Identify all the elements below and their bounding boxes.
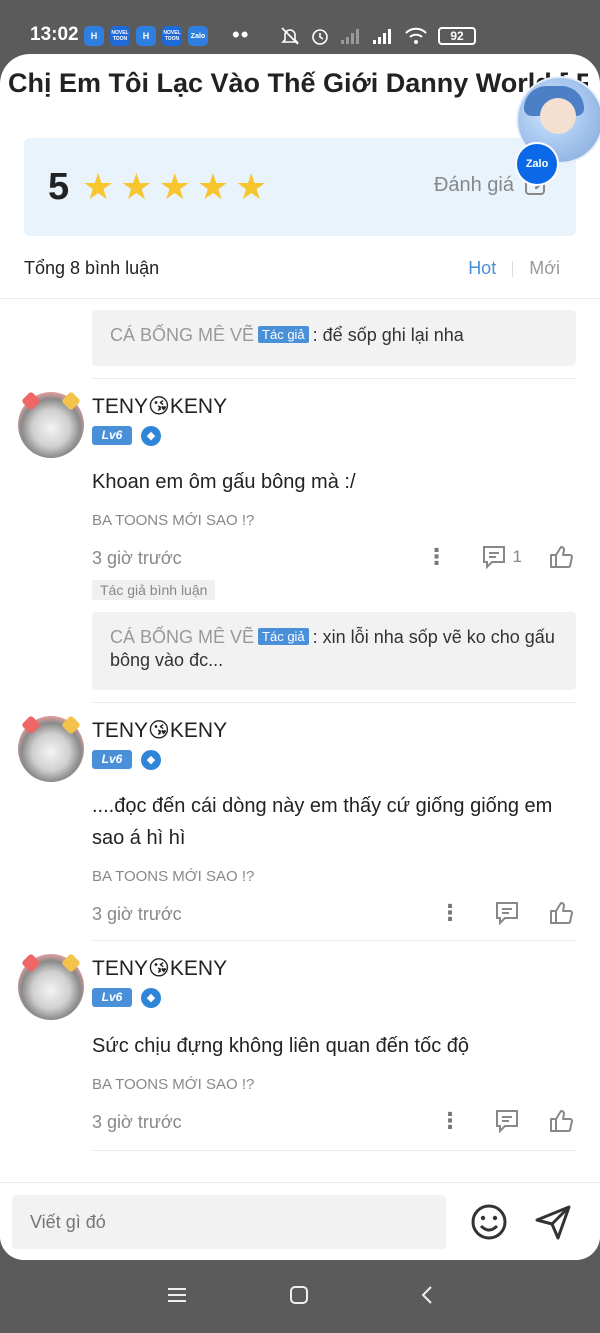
rating-stars: ★ ★ ★ ★ ★ [82, 168, 267, 206]
muted-bell-icon [281, 27, 299, 45]
comment-username[interactable]: TENY😘KENY [92, 956, 227, 981]
more-icon[interactable]: ⋮ [438, 900, 462, 926]
like-button[interactable] [548, 1108, 574, 1134]
like-button[interactable] [548, 900, 574, 926]
tab-hot[interactable]: Hot [468, 258, 496, 279]
level-badge: Lv6 [92, 988, 132, 1007]
comment-actions: ⋮ 1 [425, 544, 574, 570]
reply-button[interactable]: 1 [481, 544, 522, 570]
author-tag: Tác giả [258, 628, 309, 645]
reply-icon [496, 1110, 518, 1134]
star-icon: ★ [158, 166, 191, 207]
reply-author-name: CÁ BỐNG MÊ VẼ [110, 325, 255, 345]
comment-chapter[interactable]: BA TOONS MỚI SAO !? [92, 1076, 254, 1093]
reply-icon [496, 902, 518, 926]
signal-icon [373, 29, 391, 44]
more-icon[interactable]: ⋮ [425, 544, 449, 570]
rating-card: 5 ★ ★ ★ ★ ★ Đánh giá [24, 138, 576, 236]
wifi-icon [405, 27, 427, 44]
star-icon: ★ [196, 166, 230, 207]
comments-toolbar: Tổng 8 bình luận Hot Mới [0, 240, 600, 299]
level-badge: Lv6 [92, 426, 132, 445]
battery-icon: 92 [438, 27, 476, 45]
navigation-bar [0, 1262, 600, 1333]
comment-time: 3 giờ trước [92, 1112, 182, 1132]
comment-username[interactable]: TENY😘KENY [92, 718, 227, 743]
more-icon[interactable]: ⋮ [438, 1108, 462, 1134]
comment-time: 3 giờ trước [92, 548, 182, 568]
comment-actions: ⋮ [438, 900, 574, 926]
divider [92, 378, 576, 379]
reply-text: : để sốp ghi lại nha [312, 325, 464, 345]
status-bar: 13:02 H NOVEL TOON H NOVEL TOON Zalo •• … [0, 0, 600, 52]
author-commented-label: Tác giả bình luận [92, 580, 216, 600]
gem-badge-icon: ◆ [141, 988, 161, 1008]
like-button[interactable] [548, 544, 574, 570]
comment-username[interactable]: TENY😘KENY [92, 394, 227, 419]
app-notification-icon: H [84, 26, 104, 46]
star-icon: ★ [120, 166, 153, 207]
divider [92, 940, 576, 941]
rating-score: 5 [48, 166, 70, 208]
home-icon[interactable] [288, 1284, 310, 1311]
like-icon [550, 1110, 573, 1132]
send-button[interactable] [534, 1203, 572, 1246]
more-notifications-icon: •• [232, 22, 250, 47]
avatar[interactable] [18, 953, 84, 1020]
reply-button[interactable] [494, 1108, 520, 1134]
comments-sheet: Chị Em Tôi Lạc Vào Thế Giới Danny World … [0, 54, 600, 1260]
novel-toon-icon: NOVEL TOON [110, 26, 130, 46]
comment-text: Khoan em ôm gấu bông mà :/ [92, 471, 356, 493]
author-tag: Tác giả [258, 326, 309, 343]
tab-new[interactable]: Mới [529, 258, 560, 279]
menu-icon[interactable] [166, 1284, 188, 1311]
divider [92, 702, 576, 703]
emoji-icon [471, 1204, 507, 1240]
author-reply[interactable]: CÁ BỐNG MÊ VẼ Tác giả: xin lỗi nha sốp vẽ… [92, 612, 576, 690]
system-icons: 92 [280, 26, 476, 46]
level-badge: Lv6 [92, 750, 132, 769]
comment-text: Sức chịu đựng không liên quan đến tốc độ [92, 1035, 470, 1057]
star-icon: ★ [82, 166, 115, 207]
like-icon [550, 902, 573, 924]
gem-badge-icon: ◆ [141, 750, 161, 770]
page-title: Chị Em Tôi Lạc Vào Thế Giới Danny World … [8, 68, 588, 98]
notification-icons: H NOVEL TOON H NOVEL TOON Zalo [84, 26, 208, 46]
zalo-badge: Zalo [515, 142, 559, 186]
emoji-button[interactable] [470, 1203, 508, 1246]
like-icon [550, 546, 573, 568]
sort-tabs: Hot Mới [468, 258, 560, 279]
author-reply[interactable]: CÁ BỐNG MÊ VẼ Tác giả: để sốp ghi lại nha [92, 310, 576, 366]
reply-author-name: CÁ BỐNG MÊ VẼ [110, 627, 255, 647]
divider [92, 1150, 576, 1151]
send-icon [535, 1205, 571, 1240]
status-time: 13:02 [30, 24, 79, 45]
alarm-icon [312, 29, 328, 45]
app-notification-icon: H [136, 26, 156, 46]
reply-count: 1 [512, 547, 522, 566]
gem-badge-icon: ◆ [141, 426, 161, 446]
comment-composer [0, 1182, 600, 1260]
comment-time: 3 giờ trước [92, 904, 182, 924]
star-icon: ★ [235, 166, 268, 207]
novel-toon-icon: NOVEL TOON [162, 26, 182, 46]
avatar[interactable] [18, 391, 84, 458]
comment-input[interactable] [12, 1195, 446, 1249]
comment-chapter[interactable]: BA TOONS MỚI SAO !? [92, 512, 254, 529]
comment-total: Tổng 8 bình luận [24, 258, 160, 278]
back-icon[interactable] [416, 1284, 438, 1311]
reply-button[interactable] [494, 900, 520, 926]
comment-text: ....đọc đến cái dòng này em thấy cứ giốn… [92, 795, 553, 849]
comment-actions: ⋮ [438, 1108, 574, 1134]
comment-chapter[interactable]: BA TOONS MỚI SAO !? [92, 868, 254, 885]
reply-icon [482, 546, 505, 570]
zalo-notification-icon: Zalo [188, 26, 208, 46]
divider [512, 260, 514, 277]
avatar[interactable] [18, 715, 84, 782]
signal-icon [341, 29, 359, 44]
rate-button-label: Đánh giá [433, 173, 514, 196]
